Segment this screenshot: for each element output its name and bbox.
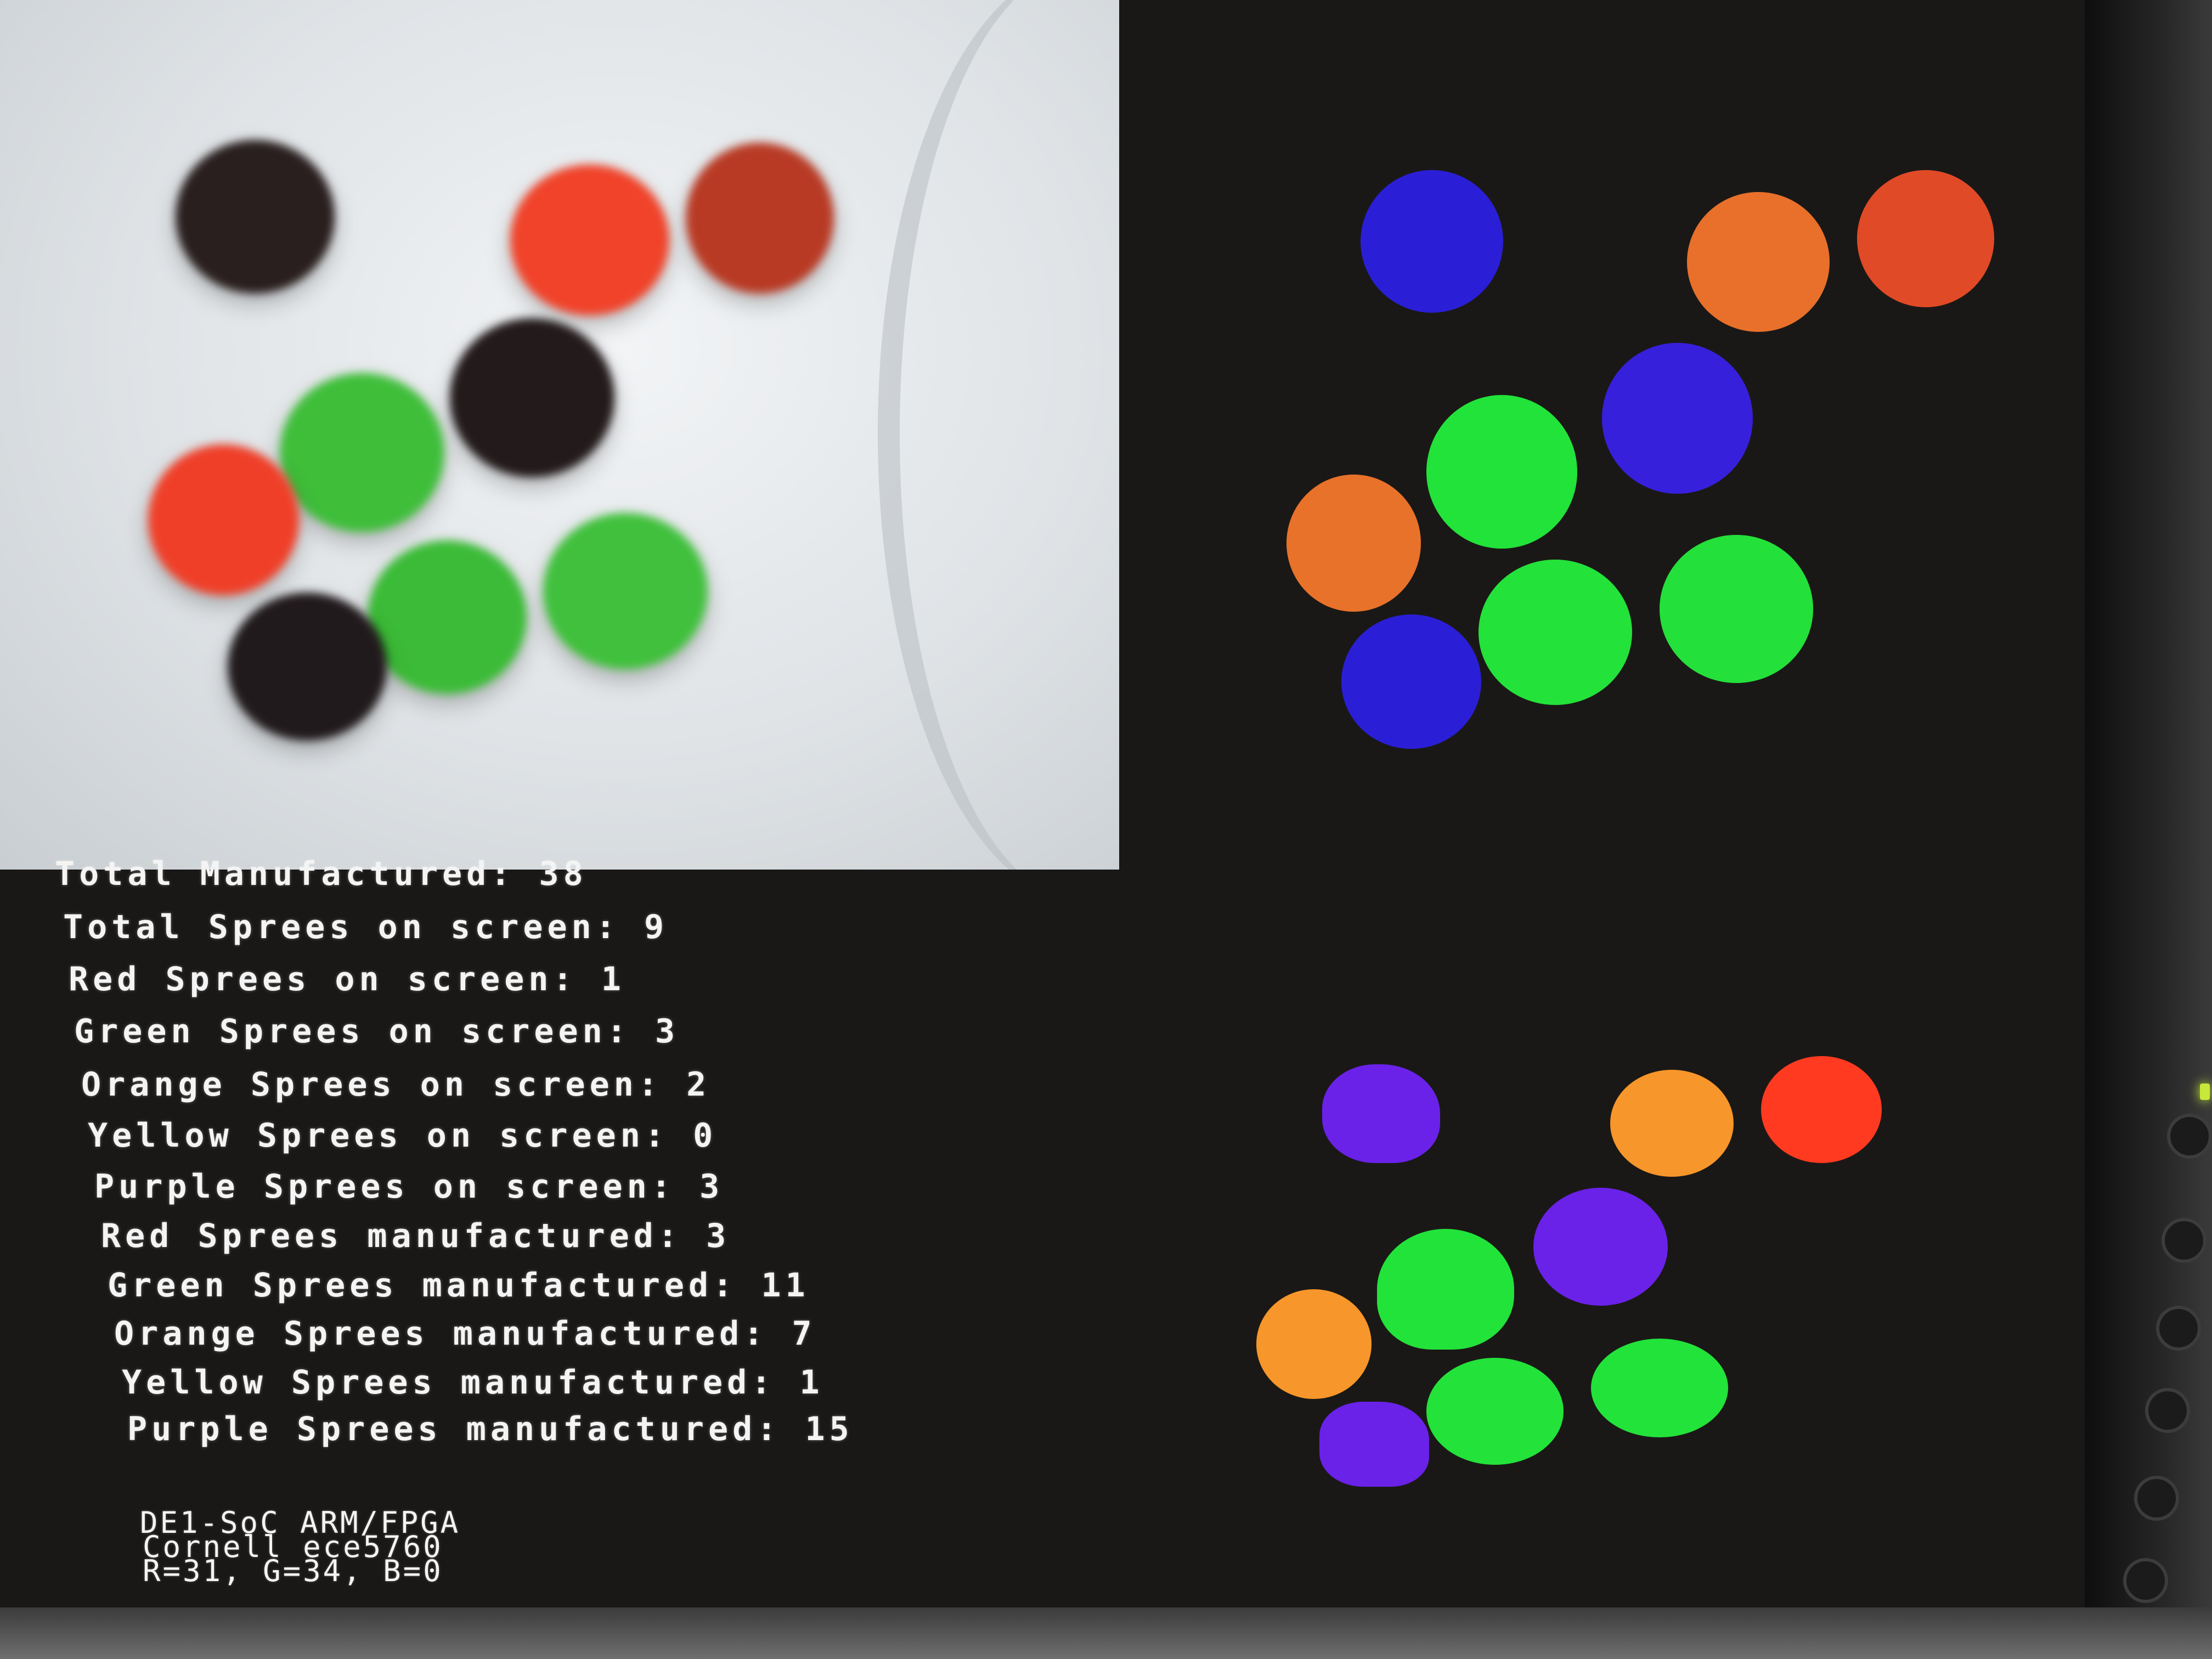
stat-purple-on-screen: Purple Sprees on screen: 3 — [94, 1167, 724, 1206]
seg-blob-blue — [1341, 614, 1481, 749]
seg-blob-blue — [1602, 343, 1753, 494]
seg-blob-orange — [1286, 475, 1421, 612]
camera-feed — [0, 0, 1119, 870]
seg-blob-green — [1377, 1229, 1514, 1350]
stat-purple-manufactured: Purple Sprees manufactured: 15 — [127, 1410, 854, 1448]
monitor-button[interactable] — [2156, 1306, 2201, 1351]
stat-green-on-screen: Green Sprees on screen: 3 — [74, 1012, 680, 1051]
seg-blob-orange — [1687, 192, 1830, 332]
stat-orange-manufactured: Orange Sprees manufactured: 7 — [114, 1314, 816, 1353]
stat-red-on-screen: Red Sprees on screen: 1 — [69, 960, 625, 998]
power-led — [2200, 1084, 2210, 1100]
stat-red-manufactured: Red Sprees manufactured: 3 — [101, 1217, 731, 1255]
seg-blob-purple — [1533, 1188, 1668, 1306]
seg-blob-green — [1591, 1339, 1728, 1437]
candy-black — [176, 140, 335, 294]
seg-blob-orange — [1610, 1070, 1734, 1177]
monitor-button[interactable] — [2145, 1388, 2190, 1433]
seg-blob-orange — [1256, 1289, 1372, 1399]
monitor-button[interactable] — [2167, 1114, 2212, 1159]
seg-blob-green — [1479, 560, 1632, 705]
monitor-screen: Total Manufactured: 38 Total Sprees on s… — [0, 0, 2085, 1607]
stat-green-manufactured: Green Sprees manufactured: 11 — [108, 1266, 810, 1305]
candy-black — [228, 592, 387, 741]
monitor-button[interactable] — [2123, 1558, 2168, 1603]
seg-blob-red — [1761, 1056, 1882, 1163]
seg-blob-purple — [1322, 1064, 1440, 1163]
stat-total-on-screen: Total Sprees on screen: 9 — [63, 908, 669, 946]
footer-rgb-readout: R=31, G=34, B=0 — [143, 1554, 443, 1588]
seg-blob-purple — [1319, 1402, 1429, 1487]
seg-blob-green — [1426, 1358, 1564, 1465]
seg-blob-red — [1857, 170, 1994, 307]
candy-red — [510, 165, 669, 315]
stat-orange-on-screen: Orange Sprees on screen: 2 — [81, 1065, 711, 1104]
stat-total-manufactured: Total Manufactured: 38 — [55, 855, 588, 893]
stat-yellow-on-screen: Yellow Sprees on screen: 0 — [88, 1116, 718, 1155]
seg-blob-blue — [1361, 170, 1503, 313]
monitor-bezel-bottom — [0, 1607, 2212, 1659]
bowl-edge — [878, 0, 1119, 870]
monitor-button[interactable] — [2162, 1218, 2207, 1263]
candy-green — [368, 540, 527, 694]
candy-red — [148, 444, 299, 595]
candy-green — [280, 373, 444, 532]
candy-dark-red — [686, 143, 834, 294]
seg-blob-green — [1426, 395, 1577, 549]
seg-blob-green — [1660, 535, 1813, 683]
stat-yellow-manufactured: Yellow Sprees manufactured: 1 — [122, 1363, 824, 1402]
candy-black — [450, 318, 614, 477]
monitor-button[interactable] — [2134, 1476, 2179, 1521]
candy-green — [543, 513, 708, 669]
